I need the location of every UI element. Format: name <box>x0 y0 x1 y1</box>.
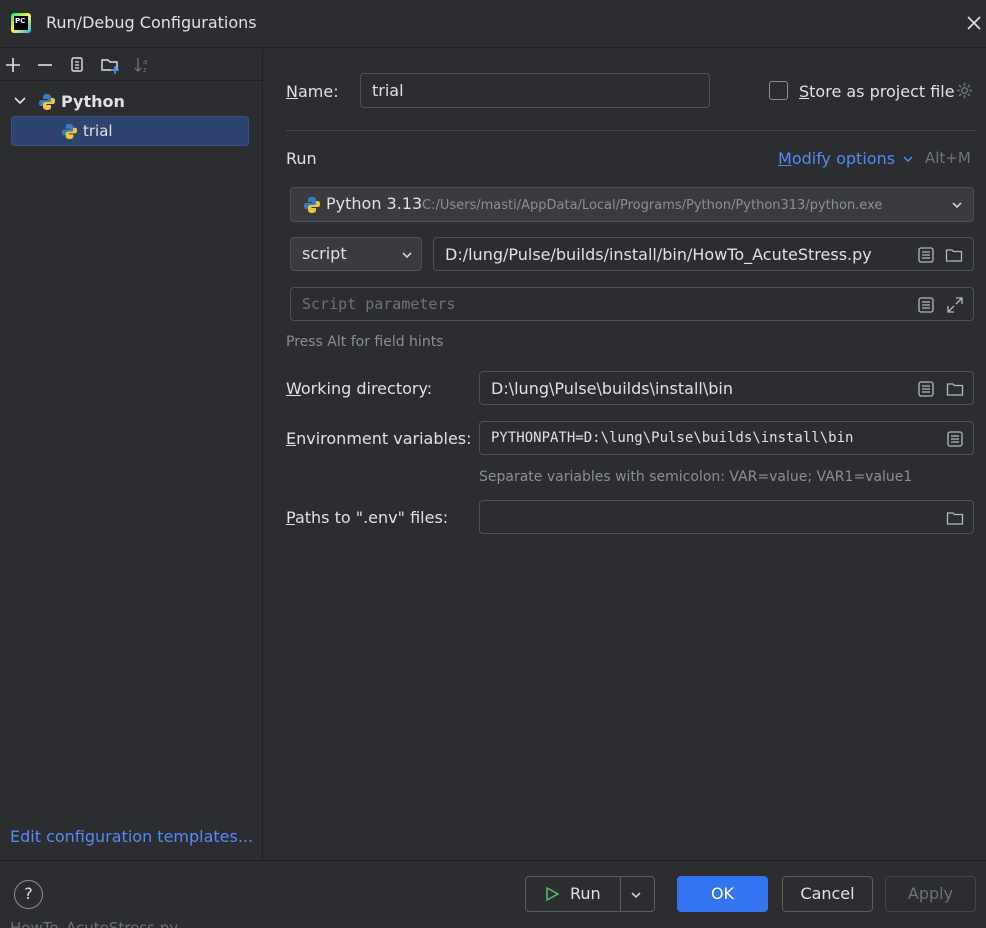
help-button[interactable]: ? <box>14 880 43 909</box>
sort-icon[interactable]: a z <box>133 55 153 75</box>
name-label: Name: <box>286 82 339 101</box>
modify-shortcut: Alt+M <box>925 149 971 167</box>
run-button-label: Run <box>570 884 601 903</box>
script-parameters-placeholder: Script parameters <box>302 295 456 313</box>
environment-variables-value: PYTHONPATH=D:\lung\Pulse\builds\install\… <box>491 430 854 446</box>
folder-icon[interactable] <box>945 246 963 264</box>
dotenv-paths-label: Paths to ".env" files: <box>286 508 449 527</box>
copy-icon[interactable] <box>67 55 87 75</box>
script-path-field[interactable]: D:/lung/Pulse/builds/install/bin/HowTo_A… <box>433 237 974 271</box>
sidebar-toolbar: a z <box>0 49 263 81</box>
chevron-down-icon[interactable] <box>12 93 28 109</box>
python-icon <box>304 197 320 213</box>
working-directory-label: Working directory: <box>286 379 433 398</box>
expand-text-icon[interactable] <box>946 430 964 448</box>
tree-item-label: trial <box>83 122 113 140</box>
svg-text:z: z <box>143 66 147 74</box>
section-title-run: Run <box>286 149 317 168</box>
expand-text-icon[interactable] <box>917 296 935 314</box>
gear-icon[interactable] <box>955 81 974 100</box>
divider <box>620 877 621 911</box>
title-bar: PC Run/Debug Configurations <box>0 0 986 48</box>
tree-group-python[interactable]: Python <box>12 91 252 115</box>
name-value: trial <box>372 81 404 100</box>
store-as-project-checkbox[interactable] <box>769 81 788 100</box>
folder-icon[interactable] <box>946 380 964 398</box>
interpreter-select[interactable]: Python 3.13 C:/Users/masti/AppData/Local… <box>290 187 974 222</box>
edit-templates-link[interactable]: Edit configuration templates... <box>10 827 253 846</box>
environment-variables-label: Environment variables: <box>286 429 472 448</box>
background-editor-text: HowTo_AcuteStress.py <box>10 919 179 928</box>
chevron-down-icon[interactable] <box>630 889 642 901</box>
expand-text-icon[interactable] <box>917 380 935 398</box>
folder-icon[interactable] <box>946 509 964 527</box>
chevron-down-icon[interactable] <box>902 153 914 165</box>
target-type-value: script <box>302 244 347 263</box>
working-directory-value: D:\lung\Pulse\builds\install\bin <box>491 379 733 398</box>
close-icon[interactable] <box>963 12 985 34</box>
svg-text:a: a <box>143 58 147 66</box>
script-parameters-field[interactable]: Script parameters <box>290 287 974 321</box>
configuration-form: Name: trial Store as project file Run Mo… <box>264 49 986 860</box>
alt-hint: Press Alt for field hints <box>286 334 444 350</box>
dialog-footer: ? Run OK Cancel Apply HowTo_AcuteStress.… <box>0 860 986 928</box>
environment-variables-hint: Separate variables with semicolon: VAR=v… <box>479 469 913 485</box>
new-folder-icon[interactable] <box>100 55 120 75</box>
expand-text-icon[interactable] <box>917 246 935 264</box>
cancel-button[interactable]: Cancel <box>782 876 873 912</box>
add-icon[interactable] <box>3 55 23 75</box>
tree-group-label: Python <box>61 92 125 111</box>
working-directory-field[interactable]: D:\lung\Pulse\builds\install\bin <box>479 371 974 405</box>
python-icon <box>39 94 55 110</box>
environment-variables-field[interactable]: PYTHONPATH=D:\lung\Pulse\builds\install\… <box>479 421 974 455</box>
app-icon-text: PC <box>14 16 28 30</box>
separator <box>286 130 976 131</box>
dialog-title: Run/Debug Configurations <box>46 13 257 32</box>
remove-icon[interactable] <box>35 55 55 75</box>
chevron-down-icon[interactable] <box>401 249 413 261</box>
configurations-sidebar: a z Python trial Edit configuration temp… <box>0 49 263 860</box>
maximize-icon[interactable] <box>946 296 964 314</box>
pycharm-logo-icon: PC <box>11 13 31 33</box>
target-type-select[interactable]: script <box>290 237 422 271</box>
play-icon <box>546 886 560 902</box>
name-field[interactable]: trial <box>360 73 710 108</box>
run-button[interactable]: Run <box>525 876 655 912</box>
interpreter-name: Python 3.13 <box>326 194 423 213</box>
modify-options-link[interactable]: Modify options <box>778 149 895 168</box>
chevron-down-icon[interactable] <box>951 199 963 211</box>
dotenv-paths-field[interactable] <box>479 500 974 534</box>
store-as-project-label[interactable]: Store as project file <box>799 82 955 101</box>
script-path-value: D:/lung/Pulse/builds/install/bin/HowTo_A… <box>445 245 872 264</box>
tree-item-trial[interactable]: trial <box>11 116 249 146</box>
apply-button[interactable]: Apply <box>885 876 976 912</box>
interpreter-path: C:/Users/masti/AppData/Local/Programs/Py… <box>422 198 883 213</box>
python-icon <box>61 123 78 140</box>
ok-button[interactable]: OK <box>677 876 768 912</box>
